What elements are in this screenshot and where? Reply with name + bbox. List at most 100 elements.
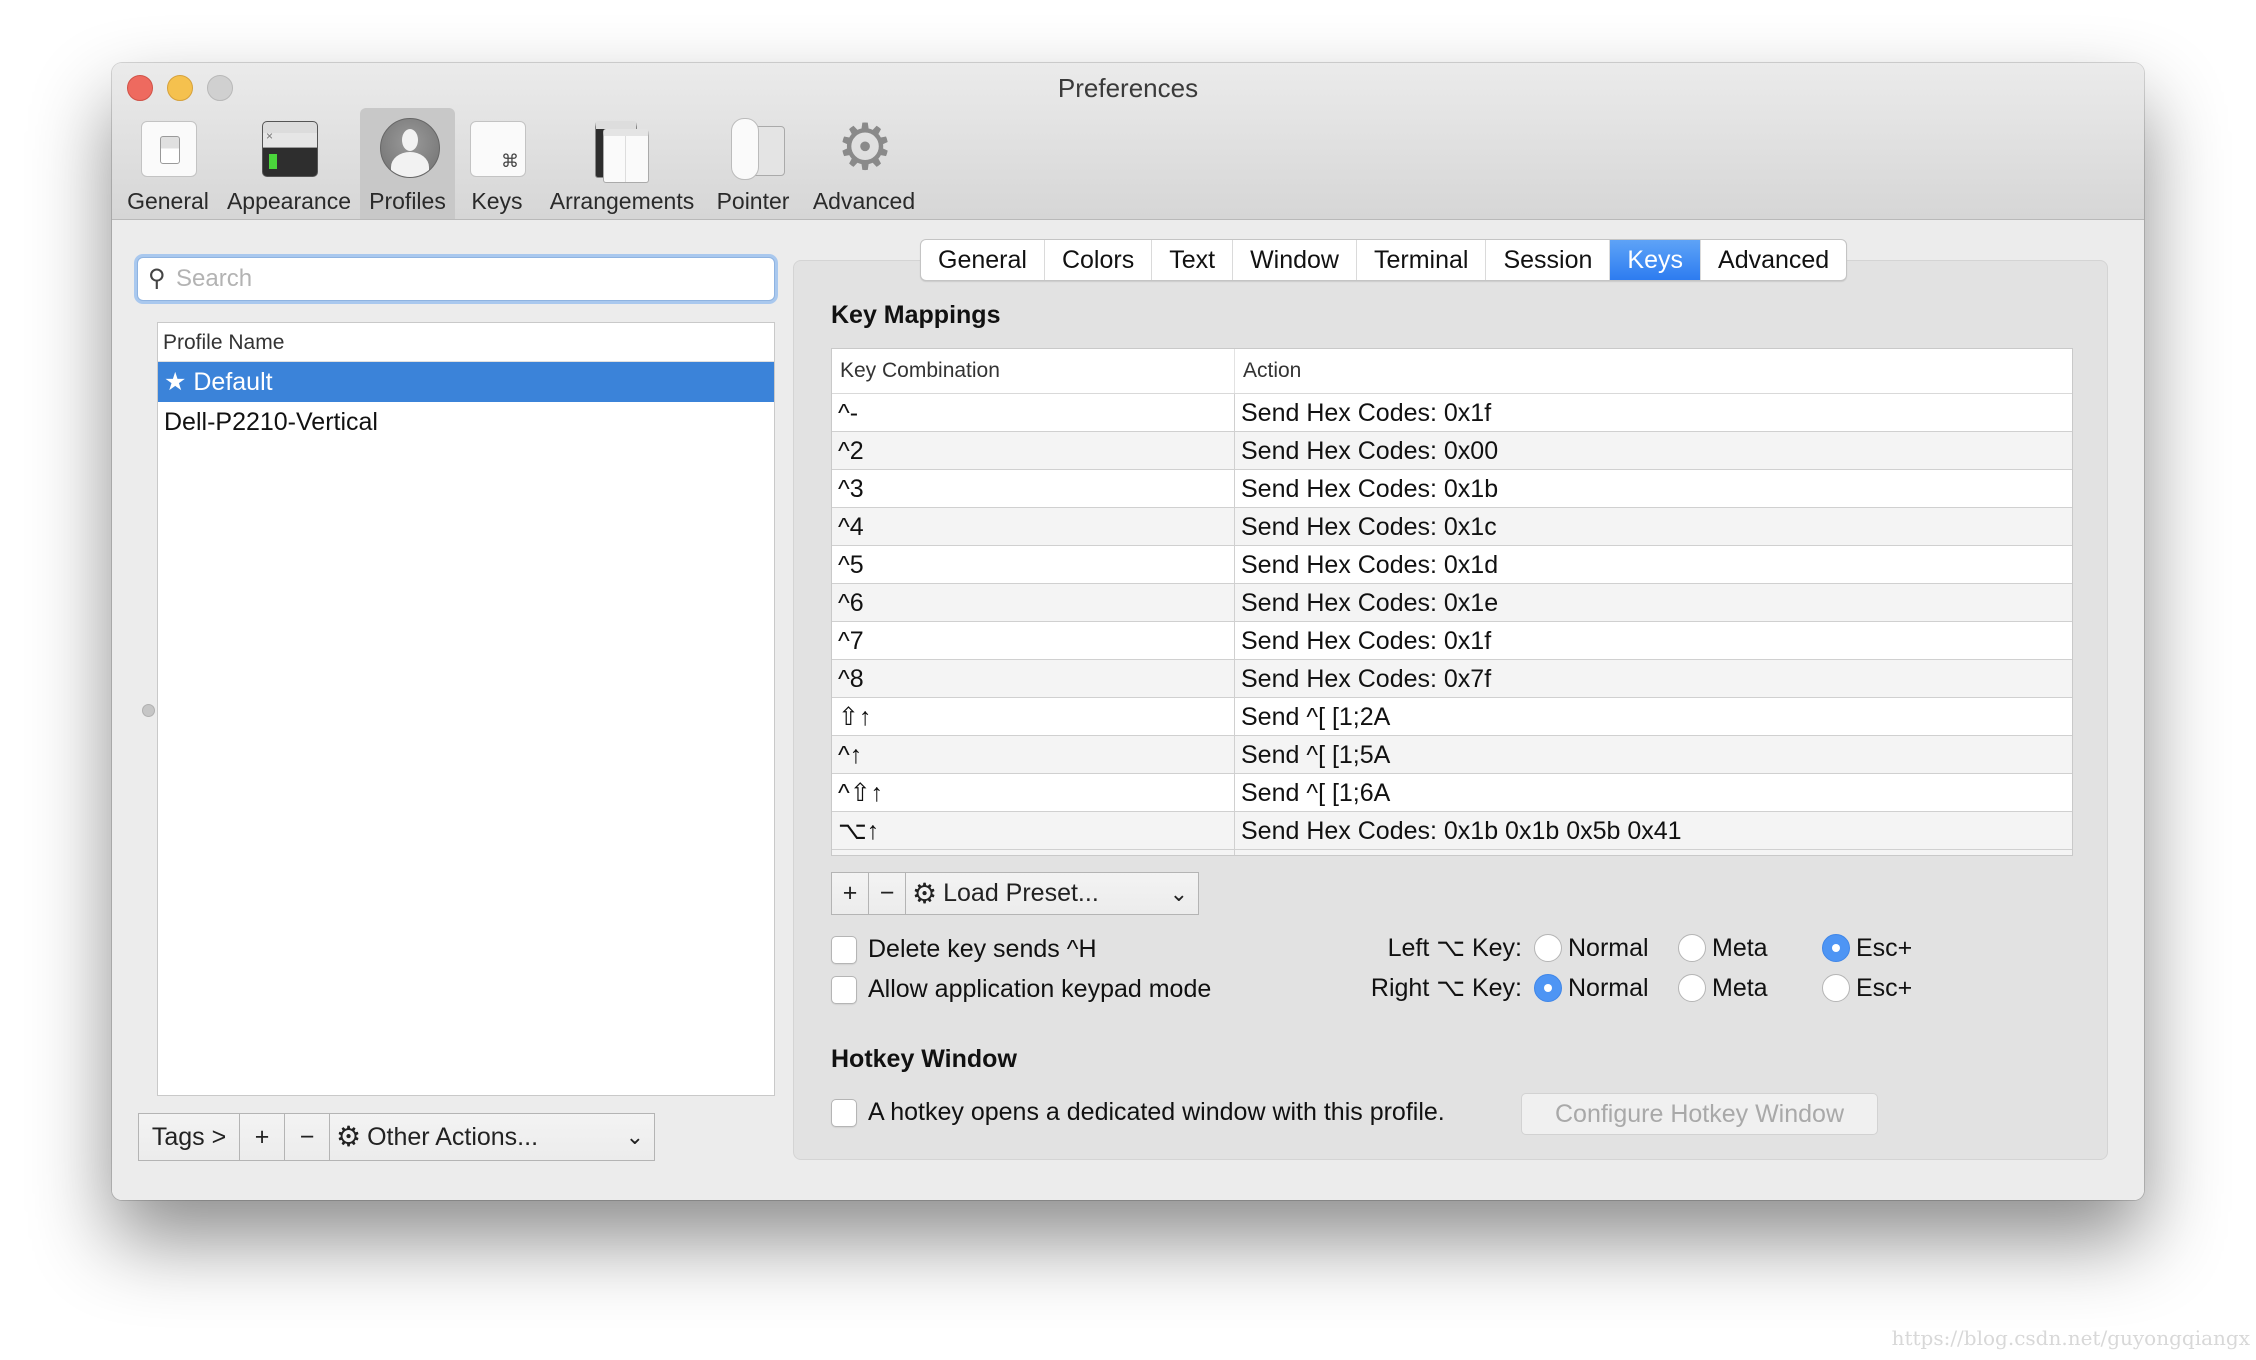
key-combination-cell: ^2 [832,432,1235,469]
profile-silhouette-icon [378,116,440,178]
toolbar-general[interactable]: General [124,108,212,219]
column-header-key-combination[interactable]: Key Combination [832,349,1235,393]
split-view-divider-handle[interactable] [142,704,155,717]
application-keypad-mode-checkbox[interactable]: Allow application keypad mode [831,975,1211,1004]
delete-sends-ctrl-h-checkbox[interactable]: Delete key sends ^H [831,935,1097,964]
radio-button[interactable] [1534,934,1562,962]
toolbar-keys[interactable]: Keys [462,108,532,219]
tab-terminal[interactable]: Terminal [1357,240,1487,280]
left-option-normal-radio[interactable]: Normal [1534,934,1678,963]
checkbox-box[interactable] [831,1098,857,1127]
add-key-mapping-button[interactable]: + [832,873,869,914]
chevron-down-icon: ⌄ [625,1124,644,1149]
other-actions-dropdown[interactable]: ⚙ Other Actions... ⌄ [330,1114,654,1160]
add-profile-button[interactable]: + [240,1114,285,1160]
radio-label: Normal [1568,933,1649,962]
toolbar-pointer[interactable]: Pointer [708,108,798,219]
radio-button-selected[interactable] [1534,974,1562,1002]
table-row[interactable]: ^7 Send Hex Codes: 0x1f [832,622,2072,660]
table-row[interactable]: ^4 Send Hex Codes: 0x1c [832,508,2072,546]
radio-label: Normal [1568,973,1649,1002]
key-combination-cell [832,850,1235,855]
profile-search-field[interactable]: ⚲ [137,257,775,301]
profile-tab-bar: General Colors Text Window Terminal Sess… [920,239,1848,281]
toolbar-profiles[interactable]: Profiles [360,108,455,219]
table-row[interactable]: ^5 Send Hex Codes: 0x1d [832,546,2072,584]
tab-colors[interactable]: Colors [1045,240,1153,280]
table-row[interactable]: ^6 Send Hex Codes: 0x1e [832,584,2072,622]
radio-button-selected[interactable] [1822,934,1850,962]
profile-search-input[interactable] [176,258,756,300]
tab-window[interactable]: Window [1233,240,1357,280]
table-row[interactable]: ^- Send Hex Codes: 0x1f [832,394,2072,432]
table-row[interactable]: ^8 Send Hex Codes: 0x7f [832,660,2072,698]
other-actions-label: Other Actions... [367,1123,539,1151]
profile-row-default[interactable]: ★ Default [158,362,774,402]
mouse-pointer-icon [723,116,785,180]
profile-row-dell-p2210-vertical[interactable]: Dell-P2210-Vertical [158,402,774,442]
toolbar-advanced[interactable]: ⚙ Advanced [804,108,924,219]
action-cell: Send Hex Codes: 0x1b 0x1b 0x5b 0x41 [1241,817,1682,845]
right-option-esc-plus-radio[interactable]: Esc+ [1822,974,1912,1003]
tags-button[interactable]: Tags > [139,1114,240,1160]
gear-icon: ⚙ [336,1121,362,1152]
action-cell: Send Hex Codes: 0x1d [1241,551,1499,579]
remove-key-mapping-button[interactable]: − [869,873,906,914]
right-option-key-setting: Right ⌥ Key: Normal Meta Esc+ [1352,970,1912,1006]
radio-button[interactable] [1678,934,1706,962]
action-cell: Send ^[ [1;6A [1241,779,1391,807]
remove-profile-button[interactable]: − [285,1114,330,1160]
key-combination-cell: ^6 [832,584,1235,621]
right-option-normal-radio[interactable]: Normal [1534,974,1678,1003]
table-row[interactable]: ⇧↑ Send ^[ [1;2A [832,698,2072,736]
tab-general[interactable]: General [921,240,1045,280]
profile-list: Profile Name ★ Default Dell-P2210-Vertic… [157,322,775,1096]
column-header-action[interactable]: Action [1235,349,1301,393]
table-row-partial [832,850,2072,855]
table-row[interactable]: ⌥↑ Send Hex Codes: 0x1b 0x1b 0x5b 0x41 [832,812,2072,850]
profile-name-column-header[interactable]: Profile Name [158,323,774,362]
checkbox-box[interactable] [831,975,857,1004]
toolbar-label: Advanced [812,188,916,214]
checkbox-box[interactable] [831,935,857,964]
action-cell: Send Hex Codes: 0x1f [1241,627,1492,655]
left-option-meta-radio[interactable]: Meta [1678,934,1822,963]
radio-button[interactable] [1678,974,1706,1002]
action-cell: Send Hex Codes: 0x7f [1241,665,1492,693]
toolbar-arrangements[interactable]: Arrangements [542,108,702,219]
action-cell: Send ^[ [1;5A [1241,741,1391,769]
key-combination-cell: ⌥↑ [832,812,1235,849]
key-combination-cell: ^⇧↑ [832,774,1235,811]
action-cell: Send Hex Codes: 0x1e [1241,589,1499,617]
table-row[interactable]: ^2 Send Hex Codes: 0x00 [832,432,2072,470]
table-row[interactable]: ^3 Send Hex Codes: 0x1b [832,470,2072,508]
toolbar-label: Arrangements [549,188,695,214]
toolbar-label: General [127,188,209,214]
tab-session[interactable]: Session [1486,240,1611,280]
load-preset-label: Load Preset... [943,879,1099,907]
terminal-appearance-icon [259,116,319,178]
left-option-key-label: Left ⌥ Key: [1387,934,1522,962]
radio-button[interactable] [1822,974,1850,1002]
key-combination-cell: ^7 [832,622,1235,659]
toolbar-appearance[interactable]: Appearance [224,108,354,219]
search-icon: ⚲ [148,265,166,292]
tab-advanced[interactable]: Advanced [1701,240,1846,280]
table-row[interactable]: ^⇧↑ Send ^[ [1;6A [832,774,2072,812]
hotkey-dedicated-window-checkbox[interactable]: A hotkey opens a dedicated window with t… [831,1098,1445,1127]
watermark: https://blog.csdn.net/guyongqiangx [1891,1326,2250,1350]
gear-icon: ⚙ [912,878,938,909]
load-preset-dropdown[interactable]: ⚙ Load Preset... ⌄ [906,873,1198,914]
tab-keys[interactable]: Keys [1610,240,1702,280]
table-row[interactable]: ^↑ Send ^[ [1;5A [832,736,2072,774]
toolbar-label: Keys [471,188,523,214]
key-combination-cell: ^- [832,394,1235,431]
action-cell: Send Hex Codes: 0x1c [1241,513,1497,541]
radio-label: Meta [1712,973,1768,1002]
action-cell: Send ^[ [1;2A [1241,703,1391,731]
right-option-meta-radio[interactable]: Meta [1678,974,1822,1003]
hotkey-window-heading: Hotkey Window [831,1045,1017,1073]
left-option-esc-plus-radio[interactable]: Esc+ [1822,934,1912,963]
left-option-key-setting: Left ⌥ Key: Normal Meta Esc+ [1352,930,1912,966]
tab-text[interactable]: Text [1152,240,1234,280]
